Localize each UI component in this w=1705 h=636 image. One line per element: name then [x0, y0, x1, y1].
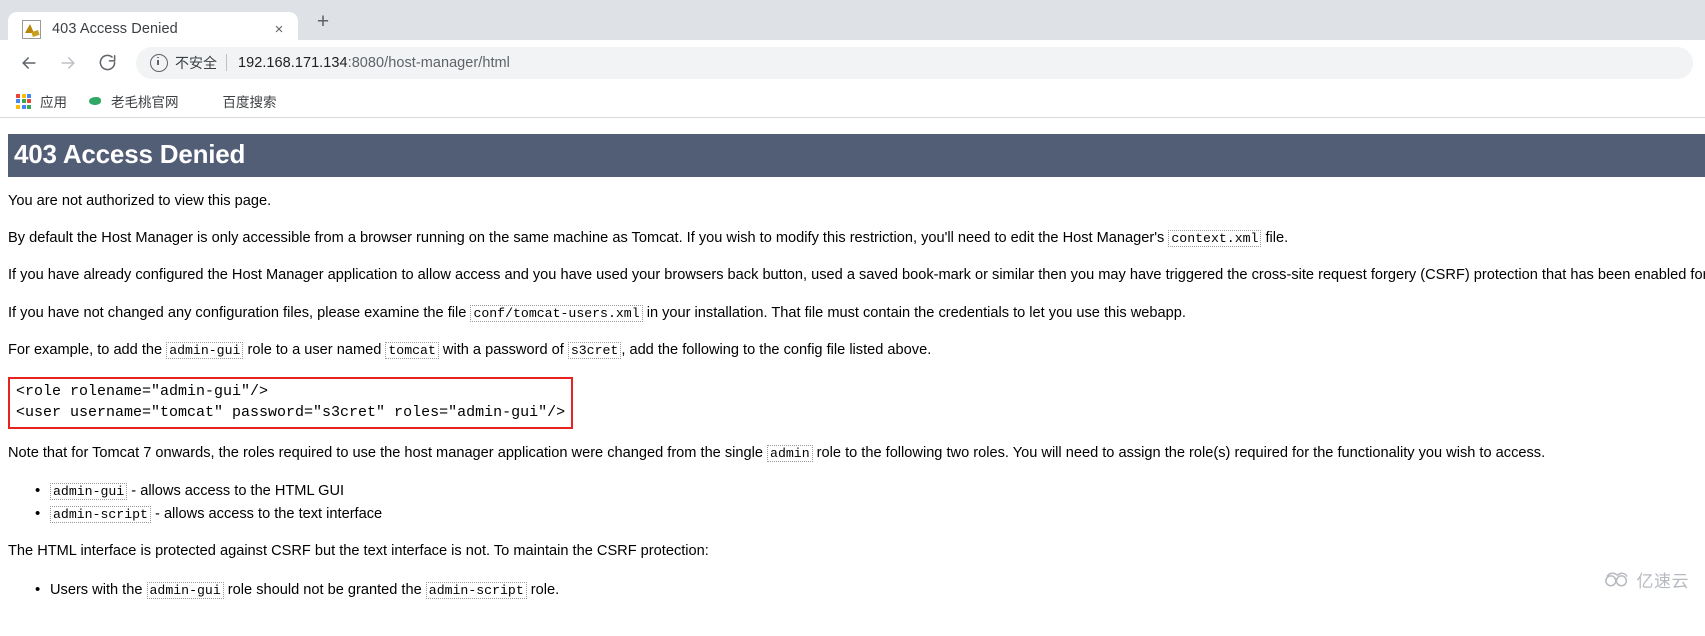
paragraph-tomcat7-roles: Note that for Tomcat 7 onwards, the role… [8, 443, 1705, 464]
code-tomcat-users-xml: conf/tomcat-users.xml [470, 304, 643, 322]
page-title: 403 Access Denied [8, 134, 1705, 177]
tab-title: 403 Access Denied [52, 21, 178, 37]
code-admin-script: admin-script [425, 581, 527, 599]
bookmark-label: 老毛桃官网 [111, 95, 179, 110]
text-segment: with a password of [438, 342, 568, 359]
paragraph-unauthorized: You are not authorized to view this page… [8, 192, 272, 209]
list-item-text: role. [526, 581, 560, 598]
tomcat-favicon-icon [22, 19, 41, 39]
new-tab-button[interactable]: + [308, 7, 338, 37]
page-viewport: 403 Access Denied You are not authorized… [0, 118, 1705, 600]
list-item: admin-script - allows access to the text… [35, 502, 1705, 526]
paragraph-example: For example, to add the admin-gui role t… [8, 340, 1705, 361]
text-segment: By default the Host Manager is only acce… [8, 230, 1169, 247]
browser-tab[interactable]: 403 Access Denied × [8, 12, 298, 46]
address-bar[interactable]: 不安全 192.168.171.134:8080/host-manager/ht… [136, 46, 1693, 79]
text-segment: If you have already configured the Host … [8, 267, 1705, 284]
text-segment: in your installation. That file must con… [642, 304, 1186, 321]
list-item: admin-gui - allows access to the HTML GU… [35, 479, 1705, 503]
list-item-text: Users with the [50, 581, 147, 598]
page-content: 403 Access Denied You are not authorized… [0, 118, 1705, 600]
security-status-label: 不安全 [175, 54, 217, 71]
code-s3cret-password: s3cret [567, 342, 622, 360]
paragraph-default-access: By default the Host Manager is only acce… [8, 228, 1705, 249]
url-path: :8080/host-manager/html [347, 54, 510, 71]
paragraph-csrf-protection: The HTML interface is protected against … [8, 543, 709, 560]
code-tomcat-user: tomcat [385, 342, 439, 360]
code-role-name: admin-script [50, 505, 151, 523]
list-item-text: - allows access to the HTML GUI [127, 483, 345, 500]
text-segment: For example, to add the [8, 342, 167, 359]
paragraph-tomcat-users: If you have not changed any configuratio… [8, 303, 1705, 324]
apps-grid-icon [16, 93, 33, 110]
forward-arrow-icon[interactable] [51, 46, 85, 80]
bookmark-label: 应用 [40, 95, 67, 110]
xml-config-codeblock: <role rolename="admin-gui"/> <user usern… [8, 377, 574, 429]
baidu-paw-icon [199, 93, 216, 110]
bookmark-label: 百度搜索 [222, 95, 277, 110]
paragraph-csrf-explanation: If you have already configured the Host … [8, 265, 1705, 286]
reload-icon[interactable] [90, 46, 124, 80]
close-icon[interactable]: × [268, 18, 290, 40]
browser-window: 403 Access Denied × + 不安全 192.168.171.13… [0, 0, 1705, 600]
text-segment: If you have not changed any configuratio… [8, 304, 471, 321]
info-circle-icon[interactable] [150, 53, 168, 72]
bookmark-apps[interactable]: 应用 [16, 91, 67, 111]
list-item-text: role should not be granted the [223, 581, 426, 598]
list-item: Users with the admin-gui role should not… [35, 578, 1705, 600]
url-text: 192.168.171.134:8080/host-manager/html [238, 55, 510, 71]
url-host: 192.168.171.134 [238, 54, 348, 71]
tab-strip: 403 Access Denied × + [0, 0, 1705, 46]
text-segment: role to the following two roles. You wil… [812, 444, 1546, 461]
text-segment: file. [1261, 230, 1289, 247]
code-admin-role: admin [767, 444, 813, 462]
list-item-text: - allows access to the text interface [150, 505, 383, 522]
text-segment: Note that for Tomcat 7 onwards, the role… [8, 444, 768, 461]
bookmark-laomaotao[interactable]: 老毛桃官网 [87, 91, 179, 111]
code-admin-gui: admin-gui [166, 342, 244, 360]
roles-list: admin-gui - allows access to the HTML GU… [8, 479, 1705, 526]
back-arrow-icon[interactable] [12, 46, 46, 80]
bookmark-baidu[interactable]: 百度搜索 [199, 91, 277, 111]
browser-toolbar: 不安全 192.168.171.134:8080/host-manager/ht… [0, 40, 1705, 85]
code-role-name: admin-gui [50, 483, 128, 501]
code-context-xml: context.xml [1168, 230, 1262, 248]
omnibox-divider [226, 54, 227, 71]
text-segment: , add the following to the config file l… [621, 342, 932, 359]
code-admin-gui: admin-gui [146, 581, 224, 599]
bookmarks-bar: 应用 老毛桃官网 百度搜索 [0, 85, 1705, 118]
text-segment: role to a user named [243, 342, 386, 359]
globe-icon [87, 93, 104, 110]
csrf-list: Users with the admin-gui role should not… [8, 578, 1705, 600]
